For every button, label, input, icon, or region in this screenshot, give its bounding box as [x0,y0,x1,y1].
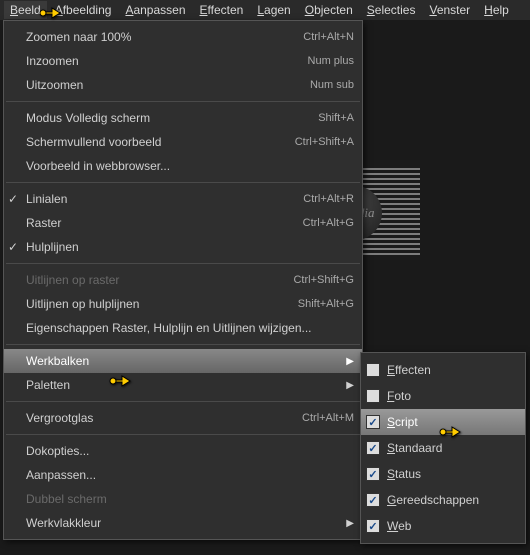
check-icon: ✓ [8,192,22,206]
menu-item-shortcut: Ctrl+Alt+R [303,193,354,205]
menu-item-label: Linialen [26,192,303,206]
menu-item-shortcut: Num plus [308,55,354,67]
menu-item-shortcut: Ctrl+Alt+N [303,31,354,43]
menu-item-shortcut: Shift+Alt+G [298,298,354,310]
menu-item-label: Vergrootglas [26,411,302,425]
submenu-item[interactable]: Standaard [361,435,525,461]
menu-item-label: Uitzoomen [26,78,310,92]
submenu-item-label: Web [387,519,517,533]
submenu-arrow-icon: ▶ [346,518,354,529]
menubar-item-afbeelding[interactable]: Afbeelding [49,1,118,19]
menu-item-shortcut: Ctrl+Alt+M [302,412,354,424]
submenu-arrow-icon: ▶ [346,356,354,367]
menu-separator [6,101,360,102]
menu-separator [6,182,360,183]
menu-item-label: Hulplijnen [26,240,354,254]
menu-separator [6,344,360,345]
menu-item[interactable]: Zoomen naar 100%Ctrl+Alt+N [4,25,362,49]
menu-item[interactable]: Dokopties... [4,439,362,463]
submenu-item[interactable]: Script [361,409,525,435]
checkbox-icon [366,441,380,455]
menu-item-shortcut: Ctrl+Shift+A [295,136,354,148]
menu-item-label: Raster [26,216,303,230]
submenu-item-label: Effecten [387,363,517,377]
checkbox-icon [366,389,380,403]
menu-item[interactable]: RasterCtrl+Alt+G [4,211,362,235]
menubar: Beeld Afbeelding Aanpassen Effecten Lage… [0,0,530,20]
menu-item-label: Aanpassen... [26,468,354,482]
menu-item-shortcut: Ctrl+Alt+G [303,217,354,229]
menubar-item-lagen[interactable]: Lagen [251,1,296,19]
menu-item-label: Inzoomen [26,54,308,68]
menu-item-shortcut: Num sub [310,79,354,91]
submenu-item[interactable]: Effecten [361,357,525,383]
menu-item-label: Modus Volledig scherm [26,111,318,125]
menubar-item-effecten[interactable]: Effecten [194,1,250,19]
checkbox-icon [366,363,380,377]
menu-item-label: Uitlijnen op raster [26,273,293,287]
menu-separator [6,401,360,402]
menu-separator [6,434,360,435]
submenu-arrow-icon: ▶ [346,380,354,391]
checkbox-icon [366,519,380,533]
menu-item[interactable]: UitzoomenNum sub [4,73,362,97]
menubar-item-beeld[interactable]: Beeld [4,1,47,19]
menu-item[interactable]: Voorbeeld in webbrowser... [4,154,362,178]
submenu-item-label: Status [387,467,517,481]
menu-item-label: Werkvlakkleur [26,516,338,530]
menu-item-label: Dubbel scherm [26,492,354,506]
menu-item-label: Dokopties... [26,444,354,458]
menu-item-label: Uitlijnen op hulplijnen [26,297,298,311]
menubar-item-venster[interactable]: Venster [423,1,476,19]
menubar-item-aanpassen[interactable]: Aanpassen [119,1,191,19]
menu-item-label: Werkbalken [26,354,338,368]
submenu-item[interactable]: Web [361,513,525,539]
submenu-item-label: Gereedschappen [387,493,517,507]
submenu-item-label: Standaard [387,441,517,455]
menu-item-label: Paletten [26,378,338,392]
menu-item: Uitlijnen op rasterCtrl+Shift+G [4,268,362,292]
menu-item-label: Voorbeeld in webbrowser... [26,159,354,173]
submenu-item-label: Script [387,415,517,429]
check-icon: ✓ [8,240,22,254]
menu-item-label: Eigenschappen Raster, Hulplijn en Uitlij… [26,321,354,335]
submenu-item[interactable]: Foto [361,383,525,409]
menu-item-shortcut: Shift+A [318,112,354,124]
menu-item[interactable]: Aanpassen... [4,463,362,487]
submenu-item[interactable]: Status [361,461,525,487]
menu-item[interactable]: VergrootglasCtrl+Alt+M [4,406,362,430]
menu-separator [6,263,360,264]
menu-item[interactable]: Werkbalken ▶ [4,349,362,373]
menu-item-label: Schermvullend voorbeeld [26,135,295,149]
menu-item[interactable]: InzoomenNum plus [4,49,362,73]
checkbox-icon [366,467,380,481]
menu-item[interactable]: Schermvullend voorbeeldCtrl+Shift+A [4,130,362,154]
checkbox-icon [366,415,380,429]
menubar-item-objecten[interactable]: Objecten [299,1,359,19]
menu-item[interactable]: Paletten ▶ [4,373,362,397]
menu-item[interactable]: Eigenschappen Raster, Hulplijn en Uitlij… [4,316,362,340]
checkbox-icon [366,493,380,507]
menu-item[interactable]: Modus Volledig schermShift+A [4,106,362,130]
submenu-item-label: Foto [387,389,517,403]
menu-item[interactable]: Werkvlakkleur ▶ [4,511,362,535]
submenu-item[interactable]: Gereedschappen [361,487,525,513]
menu-item[interactable]: ✓ LinialenCtrl+Alt+R [4,187,362,211]
menu-beeld: Zoomen naar 100%Ctrl+Alt+NInzoomenNum pl… [3,20,363,540]
menubar-item-help[interactable]: Help [478,1,515,19]
submenu-werkbalken: Effecten Foto Script Standaard Status Gereeds… [360,352,526,544]
menu-item-shortcut: Ctrl+Shift+G [293,274,354,286]
menubar-item-selecties[interactable]: Selecties [361,1,422,19]
menu-item-label: Zoomen naar 100% [26,30,303,44]
menu-item: Dubbel scherm [4,487,362,511]
menu-item[interactable]: Uitlijnen op hulplijnenShift+Alt+G [4,292,362,316]
menu-item[interactable]: ✓ Hulplijnen [4,235,362,259]
